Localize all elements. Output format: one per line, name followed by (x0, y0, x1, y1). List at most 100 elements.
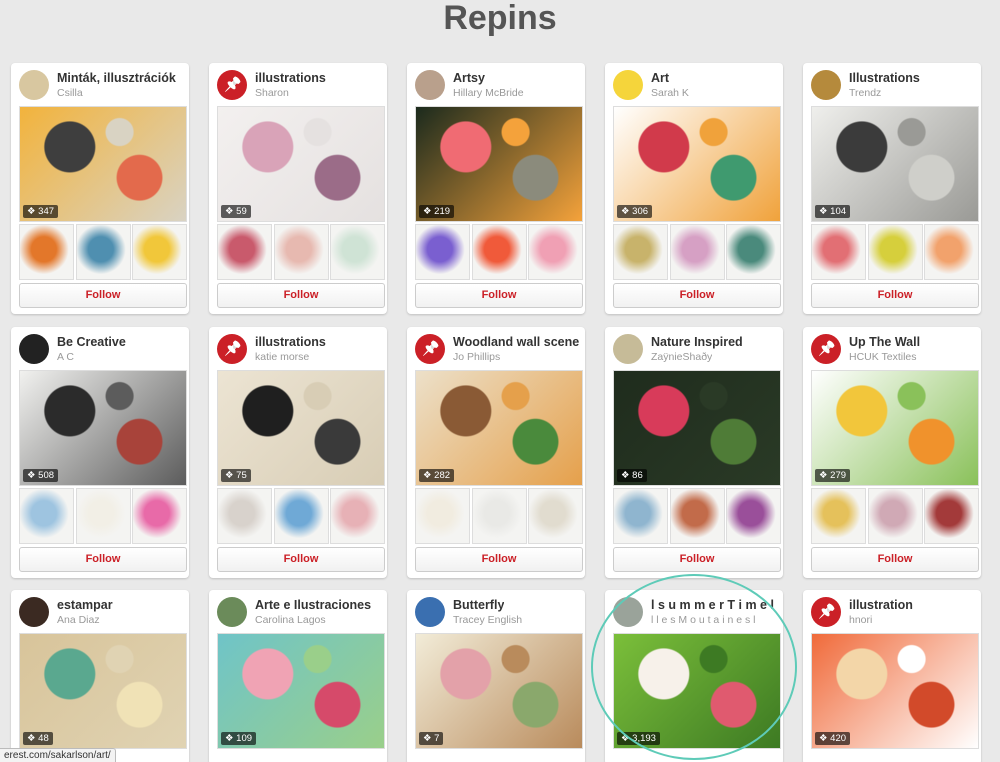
board-title[interactable]: Up The Wall (849, 335, 920, 349)
board-thumbnail[interactable] (924, 224, 979, 280)
board-header[interactable]: Nature Inspired ZaÿnieShaðy (613, 334, 777, 364)
board-owner[interactable]: HCUK Textiles (849, 351, 917, 363)
board-cover-image[interactable]: ❖ 104 (811, 106, 979, 222)
follow-button[interactable]: Follow (613, 283, 781, 308)
avatar[interactable] (19, 334, 49, 364)
avatar[interactable] (811, 70, 841, 100)
board-owner[interactable]: hnori (849, 614, 872, 626)
board-header[interactable]: illustrations katie morse (217, 334, 381, 364)
board-thumbnail[interactable] (19, 488, 74, 544)
board-thumbnail[interactable] (528, 488, 583, 544)
board-title[interactable]: Be Creative (57, 335, 126, 349)
board-card[interactable]: Nature Inspired ZaÿnieShaðy ❖ 86 Follow (605, 327, 783, 578)
pinterest-avatar-icon[interactable] (811, 597, 841, 627)
board-owner[interactable]: Csilla (57, 87, 83, 99)
board-title[interactable]: estampar (57, 598, 113, 612)
board-header[interactable]: Woodland wall scene Jo Phillips (415, 334, 579, 364)
follow-button[interactable]: Follow (811, 283, 979, 308)
follow-button[interactable]: Follow (19, 283, 187, 308)
board-cover-image[interactable]: ❖ 508 (19, 370, 187, 486)
board-cover-image[interactable]: ❖ 219 (415, 106, 583, 222)
board-cover-image[interactable]: ❖ 48 (19, 633, 187, 749)
board-thumbnail[interactable] (75, 488, 131, 544)
board-header[interactable]: Illustrations Trendz (811, 70, 975, 100)
board-cover-image[interactable]: ❖ 109 (217, 633, 385, 749)
board-card[interactable]: illustration hnori ❖ 420 (803, 590, 981, 762)
board-title[interactable]: Art (651, 71, 669, 85)
board-thumbnail[interactable] (132, 224, 187, 280)
board-owner[interactable]: A C (57, 351, 74, 363)
board-title[interactable]: Illustrations (849, 71, 920, 85)
follow-button[interactable]: Follow (415, 283, 583, 308)
board-card[interactable]: Woodland wall scene Jo Phillips ❖ 282 Follo… (407, 327, 585, 578)
board-owner[interactable]: Sarah K (651, 87, 689, 99)
board-thumbnail[interactable] (867, 488, 923, 544)
board-cover-image[interactable]: ❖ 75 (217, 370, 385, 486)
pinterest-avatar-icon[interactable] (415, 334, 445, 364)
board-title[interactable]: Artsy (453, 71, 485, 85)
follow-button[interactable]: Follow (217, 547, 385, 572)
board-thumbnail[interactable] (330, 224, 385, 280)
board-cover-image[interactable]: ❖ 59 (217, 106, 385, 222)
board-title[interactable]: Minták, illusztrációk (57, 71, 176, 85)
pinterest-avatar-icon[interactable] (811, 334, 841, 364)
board-card[interactable]: Minták, illusztrációk Csilla ❖ 347 Follow (11, 63, 189, 314)
board-thumbnail[interactable] (471, 488, 527, 544)
board-cover-image[interactable]: ❖ 7 (415, 633, 583, 749)
board-owner[interactable]: Carolina Lagos (255, 614, 326, 626)
board-cover-image[interactable]: ❖ 347 (19, 106, 187, 222)
board-owner[interactable]: Ana Diaz (57, 614, 100, 626)
board-owner[interactable]: katie morse (255, 351, 309, 363)
board-header[interactable]: Minták, illusztrációk Csilla (19, 70, 183, 100)
avatar[interactable] (19, 70, 49, 100)
board-thumbnail[interactable] (273, 224, 329, 280)
board-thumbnail[interactable] (669, 224, 725, 280)
board-thumbnail[interactable] (217, 224, 272, 280)
board-title[interactable]: illustrations (255, 335, 326, 349)
board-header[interactable]: estampar Ana Diaz (19, 597, 183, 627)
board-owner[interactable]: Trendz (849, 87, 881, 99)
board-thumbnail[interactable] (75, 224, 131, 280)
board-card[interactable]: illustrations katie morse ❖ 75 Follow (209, 327, 387, 578)
board-thumbnail[interactable] (811, 224, 866, 280)
board-thumbnail[interactable] (613, 488, 668, 544)
board-card[interactable]: Art Sarah K ❖ 306 Follow (605, 63, 783, 314)
board-card[interactable]: Arte e Ilustraciones Carolina Lagos ❖ 109 (209, 590, 387, 762)
avatar[interactable] (613, 70, 643, 100)
board-header[interactable]: Up The Wall HCUK Textiles (811, 334, 975, 364)
board-thumbnail[interactable] (415, 488, 470, 544)
board-card[interactable]: Up The Wall HCUK Textiles ❖ 279 Follow (803, 327, 981, 578)
board-thumbnail[interactable] (867, 224, 923, 280)
board-thumbnail[interactable] (726, 224, 781, 280)
board-header[interactable]: Arte e Ilustraciones Carolina Lagos (217, 597, 381, 627)
board-thumbnail[interactable] (330, 488, 385, 544)
board-cover-image[interactable]: ❖ 420 (811, 633, 979, 749)
board-header[interactable]: illustration hnori (811, 597, 975, 627)
board-owner[interactable]: ZaÿnieShaðy (651, 351, 712, 363)
board-card[interactable]: estampar Ana Diaz ❖ 48 (11, 590, 189, 762)
board-cover-image[interactable]: ❖ 282 (415, 370, 583, 486)
board-thumbnail[interactable] (613, 224, 668, 280)
board-card[interactable]: Butterfly Tracey English ❖ 7 (407, 590, 585, 762)
follow-button[interactable]: Follow (613, 547, 781, 572)
follow-button[interactable]: Follow (19, 547, 187, 572)
board-thumbnail[interactable] (924, 488, 979, 544)
follow-button[interactable]: Follow (217, 283, 385, 308)
board-thumbnail[interactable] (669, 488, 725, 544)
board-title[interactable]: Nature Inspired (651, 335, 743, 349)
board-owner[interactable]: Tracey English (453, 614, 522, 626)
pinterest-avatar-icon[interactable] (217, 334, 247, 364)
board-title[interactable]: Woodland wall scene (453, 335, 579, 349)
board-thumbnail[interactable] (415, 224, 470, 280)
board-thumbnail[interactable] (19, 224, 74, 280)
avatar[interactable] (613, 334, 643, 364)
avatar[interactable] (415, 70, 445, 100)
avatar[interactable] (415, 597, 445, 627)
board-thumbnail[interactable] (811, 488, 866, 544)
board-thumbnail[interactable] (132, 488, 187, 544)
avatar[interactable] (217, 597, 247, 627)
board-header[interactable]: Be Creative A C (19, 334, 183, 364)
board-cover-image[interactable]: ❖ 306 (613, 106, 781, 222)
board-header[interactable]: Art Sarah K (613, 70, 777, 100)
board-cover-image[interactable]: ❖ 279 (811, 370, 979, 486)
